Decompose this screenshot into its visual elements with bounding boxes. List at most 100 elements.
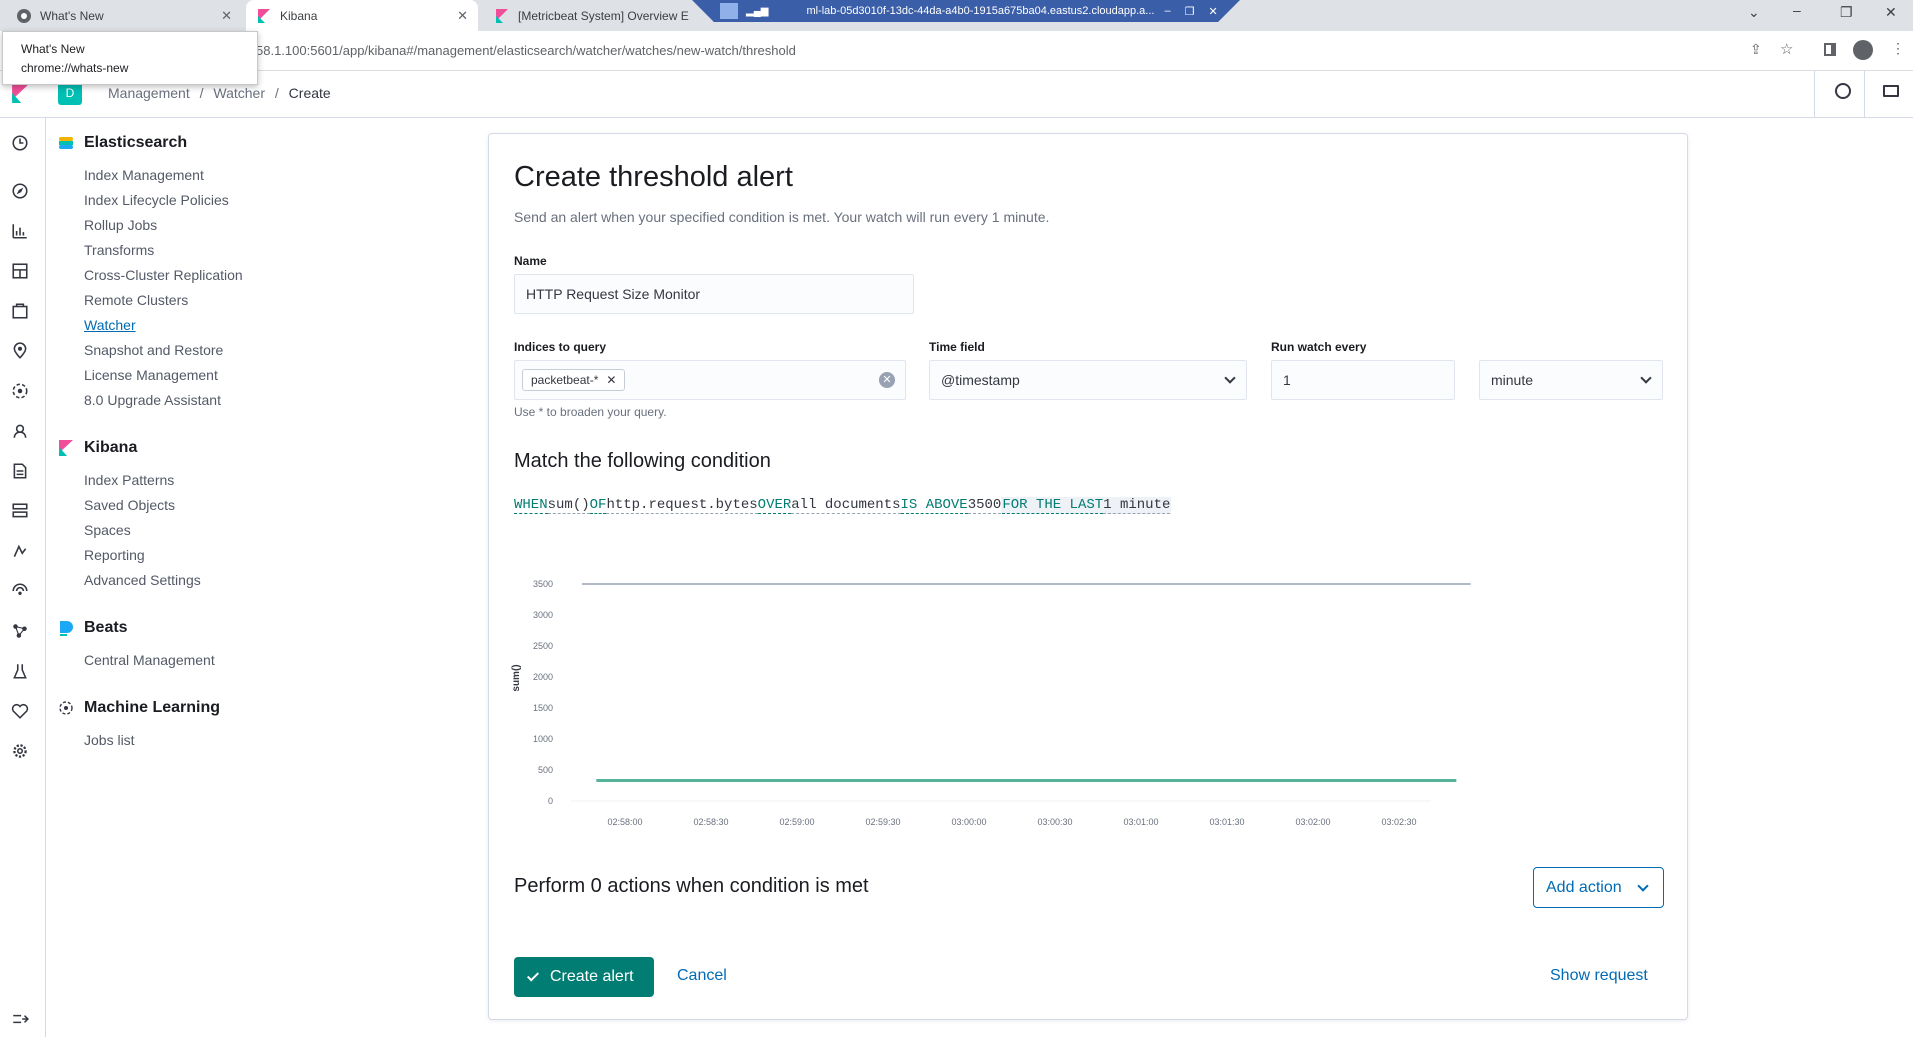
x-tick-label: 02:58:30: [693, 817, 728, 827]
remove-pill-icon[interactable]: ✕: [606, 373, 616, 387]
kibana-icon: [496, 8, 508, 23]
dev-tools-icon[interactable]: [11, 662, 29, 680]
breadcrumb-watcher[interactable]: Watcher: [213, 85, 265, 101]
canvas-icon[interactable]: [11, 302, 29, 320]
sidebar-item-transforms[interactable]: Transforms: [58, 238, 458, 263]
sidebar-item-index-patterns[interactable]: Index Patterns: [58, 468, 458, 493]
sidebar-item-reporting[interactable]: Reporting: [58, 543, 458, 568]
tab-label: Kibana: [280, 8, 318, 23]
kibana-logo-icon[interactable]: [11, 85, 29, 103]
run-every-label: Run watch every: [1271, 340, 1367, 354]
create-alert-button[interactable]: Create alert: [514, 957, 654, 997]
breadcrumb-management[interactable]: Management: [108, 85, 190, 101]
tab-search-icon[interactable]: ⌄: [1748, 4, 1760, 21]
visualize-icon[interactable]: [11, 222, 29, 240]
expr-of-keyword[interactable]: OF: [589, 497, 607, 514]
restore-icon[interactable]: ❐: [1840, 4, 1853, 21]
siem-icon[interactable]: [11, 422, 29, 440]
expr-when-keyword[interactable]: WHEN: [514, 497, 548, 514]
actions-heading: Perform 0 actions when condition is met: [514, 875, 869, 897]
sidebar-section-title: Elasticsearch: [84, 134, 188, 151]
expr-is-above-keyword[interactable]: IS ABOVE: [900, 497, 968, 514]
help-icon[interactable]: [1835, 83, 1851, 99]
close-icon[interactable]: ✕: [457, 8, 468, 24]
minimize-icon[interactable]: –: [1164, 5, 1170, 17]
indices-combobox[interactable]: packetbeat-* ✕ ✕: [514, 360, 906, 400]
side-panel-icon[interactable]: [1824, 43, 1836, 56]
check-icon: [526, 969, 540, 982]
management-gear-icon[interactable]: [11, 742, 29, 760]
bookmark-star-icon[interactable]: ☆: [1780, 40, 1793, 58]
kibana-header: D Management / Watcher / Create: [0, 71, 1913, 118]
dashboard-icon[interactable]: [11, 262, 29, 280]
tab-metricbeat[interactable]: [Metricbeat System] Overview E: [484, 0, 704, 31]
machine-learning-icon[interactable]: [11, 382, 29, 400]
indices-label: Indices to query: [514, 340, 607, 354]
sidebar-item-snapshot-and-restore[interactable]: Snapshot and Restore: [58, 338, 458, 363]
show-request-button[interactable]: Show request: [1550, 967, 1648, 985]
monitoring-icon[interactable]: [11, 702, 29, 720]
sidebar-item-watcher[interactable]: Watcher: [58, 313, 458, 338]
profile-icon[interactable]: [1853, 40, 1873, 60]
sidebar-item-jobs-list[interactable]: Jobs list: [58, 728, 458, 753]
add-action-button[interactable]: Add action: [1533, 867, 1664, 908]
threshold-chart: 0 500 1000 1500 2000 2500 3000 3500 02:58:00 02:…: [511, 579, 1471, 827]
expr-over-keyword[interactable]: OVER: [757, 497, 792, 514]
pin-icon[interactable]: [720, 3, 738, 19]
sidebar-item-central-management[interactable]: Central Management: [58, 648, 458, 673]
sidebar-item-saved-objects[interactable]: Saved Objects: [58, 493, 458, 518]
recently-viewed-icon[interactable]: [11, 134, 29, 152]
sidebar-item-index-lifecycle-policies[interactable]: Index Lifecycle Policies: [58, 188, 458, 213]
apm-icon[interactable]: [11, 542, 29, 560]
chevron-down-icon: [1224, 372, 1236, 384]
run-every-unit-select[interactable]: minute: [1479, 360, 1663, 400]
sidebar-item-rollup-jobs[interactable]: Rollup Jobs: [58, 213, 458, 238]
discover-icon[interactable]: [11, 182, 29, 200]
newsfeed-icon[interactable]: [1883, 85, 1899, 97]
sidebar-item-advanced-settings[interactable]: Advanced Settings: [58, 568, 458, 593]
y-tick-label: 0: [548, 796, 553, 806]
close-window-icon[interactable]: ✕: [1885, 4, 1897, 21]
close-icon[interactable]: ✕: [221, 8, 232, 24]
tab-whats-new[interactable]: What's New ✕: [6, 0, 242, 31]
name-field[interactable]: HTTP Request Size Monitor: [514, 274, 914, 314]
cancel-button[interactable]: Cancel: [677, 967, 727, 985]
page-title: Create threshold alert: [514, 161, 793, 193]
sidebar-item-upgrade-assistant[interactable]: 8.0 Upgrade Assistant: [58, 388, 458, 413]
expr-threshold[interactable]: 3500: [967, 497, 1002, 514]
expr-field[interactable]: http.request.bytes: [606, 497, 758, 514]
uptime-icon[interactable]: [11, 582, 29, 600]
minimize-icon[interactable]: –: [1793, 2, 1801, 18]
graph-icon[interactable]: [11, 622, 29, 640]
share-icon[interactable]: ⇪: [1750, 41, 1762, 58]
dock-navigation-icon[interactable]: [11, 1010, 29, 1028]
expr-time-window[interactable]: FOR THE LAST 1 minute: [1001, 497, 1172, 514]
clear-icon[interactable]: ✕: [879, 372, 895, 388]
sidebar-item-spaces[interactable]: Spaces: [58, 518, 458, 543]
url-field[interactable]: 58.1.100:5601/app/kibana#/management/ela…: [256, 43, 796, 58]
y-tick-label: 1000: [533, 734, 553, 744]
restore-icon[interactable]: ❐: [1185, 5, 1195, 18]
kibana-icon: [59, 440, 73, 456]
create-alert-panel: Create threshold alert Send an alert whe…: [488, 133, 1688, 1020]
maps-icon[interactable]: [11, 342, 29, 360]
sidebar-item-index-management[interactable]: Index Management: [58, 163, 458, 188]
signal-icon: ▂▄▆: [746, 5, 769, 17]
sidebar-item-remote-clusters[interactable]: Remote Clusters: [58, 288, 458, 313]
sidebar-item-license-management[interactable]: License Management: [58, 363, 458, 388]
tab-kibana[interactable]: Kibana ✕: [246, 0, 478, 31]
chrome-icon: [17, 8, 31, 23]
y-tick-label: 2500: [533, 641, 553, 651]
breadcrumb: Management / Watcher / Create: [108, 85, 331, 101]
sidebar-item-cross-cluster-replication[interactable]: Cross-Cluster Replication: [58, 263, 458, 288]
expr-aggregation[interactable]: sum(): [547, 497, 590, 514]
logs-icon[interactable]: [11, 462, 29, 480]
time-field-select[interactable]: @timestamp: [929, 360, 1247, 400]
tooltip-url: chrome://whats-new: [21, 61, 129, 75]
expr-group[interactable]: all documents: [791, 497, 901, 514]
infrastructure-icon[interactable]: [11, 502, 29, 520]
menu-icon[interactable]: ⋮: [1891, 40, 1905, 57]
close-icon[interactable]: ✕: [1208, 5, 1217, 18]
y-tick-label: 3000: [533, 610, 553, 620]
run-every-input[interactable]: 1: [1271, 360, 1455, 400]
